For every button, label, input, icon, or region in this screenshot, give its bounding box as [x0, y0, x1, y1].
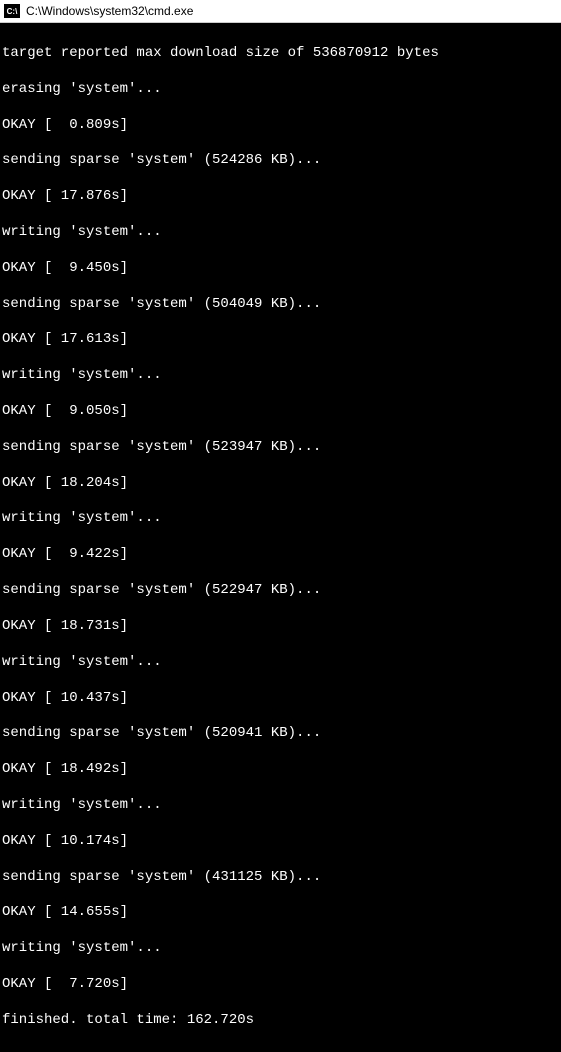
terminal-line: OKAY [ 0.809s]: [2, 117, 559, 135]
terminal-line: writing 'system'...: [2, 224, 559, 242]
terminal-line: OKAY [ 17.876s]: [2, 188, 559, 206]
terminal-line: writing 'system'...: [2, 940, 559, 958]
terminal-line: sending sparse 'system' (522947 KB)...: [2, 582, 559, 600]
window-title: C:\Windows\system32\cmd.exe: [26, 4, 193, 18]
terminal-line: writing 'system'...: [2, 367, 559, 385]
terminal-line: finished. total time: 162.720s: [2, 1012, 559, 1030]
terminal-line: sending sparse 'system' (431125 KB)...: [2, 869, 559, 887]
terminal-line: OKAY [ 18.204s]: [2, 475, 559, 493]
terminal-line: sending sparse 'system' (524286 KB)...: [2, 152, 559, 170]
terminal-line: OKAY [ 10.174s]: [2, 833, 559, 851]
terminal-line: target reported max download size of 536…: [2, 45, 559, 63]
terminal-line: OKAY [ 10.437s]: [2, 690, 559, 708]
terminal-line: OKAY [ 9.050s]: [2, 403, 559, 421]
terminal-line: sending sparse 'system' (520941 KB)...: [2, 725, 559, 743]
terminal-line: writing 'system'...: [2, 510, 559, 528]
terminal-line: OKAY [ 9.450s]: [2, 260, 559, 278]
terminal-line: OKAY [ 18.731s]: [2, 618, 559, 636]
terminal-line: sending sparse 'system' (504049 KB)...: [2, 296, 559, 314]
terminal-line: OKAY [ 7.720s]: [2, 976, 559, 994]
cmd-icon: C:\: [4, 4, 20, 18]
terminal-output: target reported max download size of 536…: [0, 23, 561, 1052]
terminal-line: erasing 'system'...: [2, 81, 559, 99]
terminal-line: OKAY [ 9.422s]: [2, 546, 559, 564]
terminal-line: sending sparse 'system' (523947 KB)...: [2, 439, 559, 457]
terminal-line: writing 'system'...: [2, 797, 559, 815]
terminal-line: OKAY [ 18.492s]: [2, 761, 559, 779]
window-title-bar[interactable]: C:\ C:\Windows\system32\cmd.exe: [0, 0, 561, 23]
terminal-line: OKAY [ 14.655s]: [2, 904, 559, 922]
terminal-line: OKAY [ 17.613s]: [2, 331, 559, 349]
terminal-line: writing 'system'...: [2, 654, 559, 672]
